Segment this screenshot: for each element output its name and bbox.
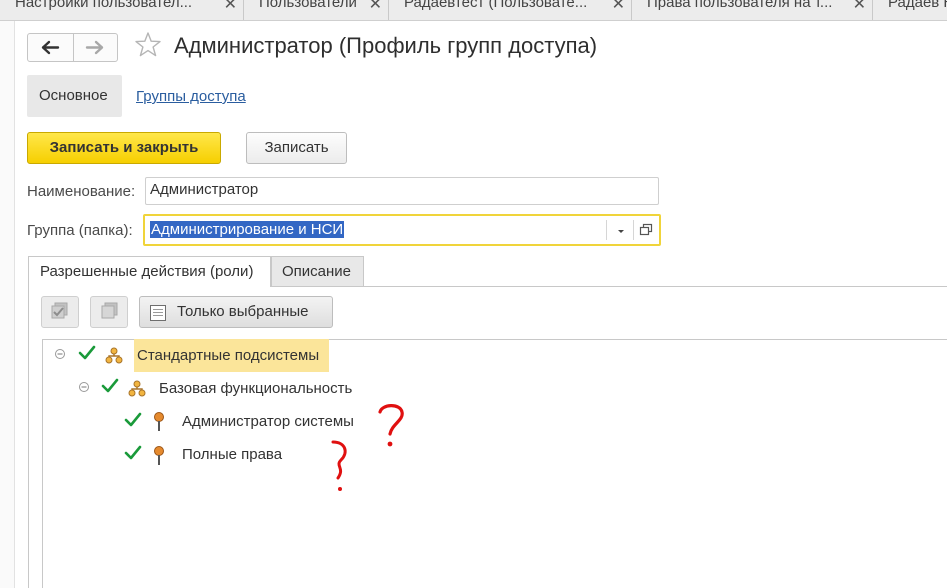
- window-tab-label: Права пользователя на т...: [647, 0, 833, 11]
- dropdown-button[interactable]: [609, 219, 633, 241]
- save-and-close-button[interactable]: Записать и закрыть: [27, 132, 221, 164]
- name-value: Администратор: [150, 181, 259, 198]
- tab-description-label: Описание: [282, 263, 352, 280]
- close-icon[interactable]: ✕: [224, 0, 237, 14]
- bracket-annotation: [331, 440, 347, 491]
- section-access-groups-link[interactable]: Группы доступа: [136, 88, 246, 105]
- close-icon[interactable]: ✕: [369, 0, 382, 14]
- window-tab-label: Радаев Н: [888, 0, 947, 11]
- subsystem-icon: [105, 347, 123, 364]
- tab-allowed-roles-label: Разрешенные действия (роли): [40, 263, 254, 280]
- check-icon[interactable]: [123, 411, 143, 429]
- section-main-label: Основное: [39, 87, 108, 104]
- check-all-button[interactable]: [41, 296, 79, 328]
- window-tab-label: Настройки пользовател...: [15, 0, 193, 11]
- group-field[interactable]: Администрирование и НСИ: [143, 214, 661, 246]
- subsystem-icon: [128, 380, 146, 397]
- tree-node-label[interactable]: Базовая функциональность: [159, 380, 352, 397]
- window-tab[interactable]: Радаевтест (Пользовате... ✕: [389, 0, 632, 20]
- save-button[interactable]: Записать: [246, 132, 347, 164]
- section-main[interactable]: Основное: [27, 75, 122, 117]
- close-icon[interactable]: ✕: [853, 0, 866, 14]
- close-icon[interactable]: ✕: [612, 0, 625, 14]
- uncheck-all-icon: [101, 302, 118, 319]
- page-title: Администратор (Профиль групп доступа): [174, 33, 598, 58]
- arrow-left-icon: [41, 40, 60, 55]
- favorite-star-icon[interactable]: [134, 30, 162, 64]
- arrow-right-icon: [85, 40, 104, 55]
- window-tab[interactable]: Пользователи ✕: [244, 0, 389, 20]
- group-value: Администрирование и НСИ: [150, 221, 345, 238]
- back-button[interactable]: [28, 34, 74, 61]
- collapse-icon[interactable]: [54, 348, 66, 360]
- open-item-button[interactable]: [634, 219, 658, 241]
- collapse-icon[interactable]: [78, 381, 90, 393]
- tab-allowed-roles[interactable]: Разрешенные действия (роли): [28, 256, 271, 287]
- name-field[interactable]: Администратор: [145, 177, 659, 205]
- open-window-icon: [639, 223, 653, 236]
- tab-description[interactable]: Описание: [271, 256, 364, 287]
- tree-node-label[interactable]: Стандартные подсистемы: [137, 347, 319, 364]
- window-tab-bar: Настройки пользовател... ✕ Пользователи …: [0, 0, 947, 21]
- check-icon[interactable]: [123, 444, 143, 462]
- window-tab[interactable]: Права пользователя на т... ✕: [632, 0, 873, 20]
- question-mark-annotation: [378, 404, 404, 447]
- check-icon[interactable]: [77, 344, 97, 362]
- tree-node-label[interactable]: Администратор системы: [182, 413, 354, 430]
- document-list-icon: [150, 305, 166, 321]
- side-panel-strip: [0, 21, 15, 588]
- check-all-icon: [51, 302, 68, 319]
- forward-button[interactable]: [73, 34, 118, 61]
- window-tab-label: Радаевтест (Пользовате...: [404, 0, 588, 11]
- window-tab[interactable]: Радаев Н: [873, 0, 947, 20]
- window-tab-label: Пользователи: [259, 0, 357, 11]
- role-pin-icon: [154, 446, 164, 465]
- window-tab[interactable]: Настройки пользовател... ✕: [0, 0, 244, 20]
- tab-underline: [271, 286, 947, 287]
- group-label: Группа (папка):: [27, 222, 133, 239]
- tree-node-label[interactable]: Полные права: [182, 446, 282, 463]
- navigation-buttons: [27, 33, 118, 62]
- name-label: Наименование:: [27, 183, 136, 200]
- only-selected-label: Только выбранные: [177, 303, 309, 320]
- role-pin-icon: [154, 412, 164, 431]
- panel-border: [28, 286, 29, 588]
- roles-tree: [42, 339, 947, 588]
- uncheck-all-button[interactable]: [90, 296, 128, 328]
- only-selected-toggle[interactable]: Только выбранные: [139, 296, 333, 328]
- divider: [606, 220, 607, 240]
- check-icon[interactable]: [100, 377, 120, 395]
- chevron-down-icon: [618, 230, 624, 233]
